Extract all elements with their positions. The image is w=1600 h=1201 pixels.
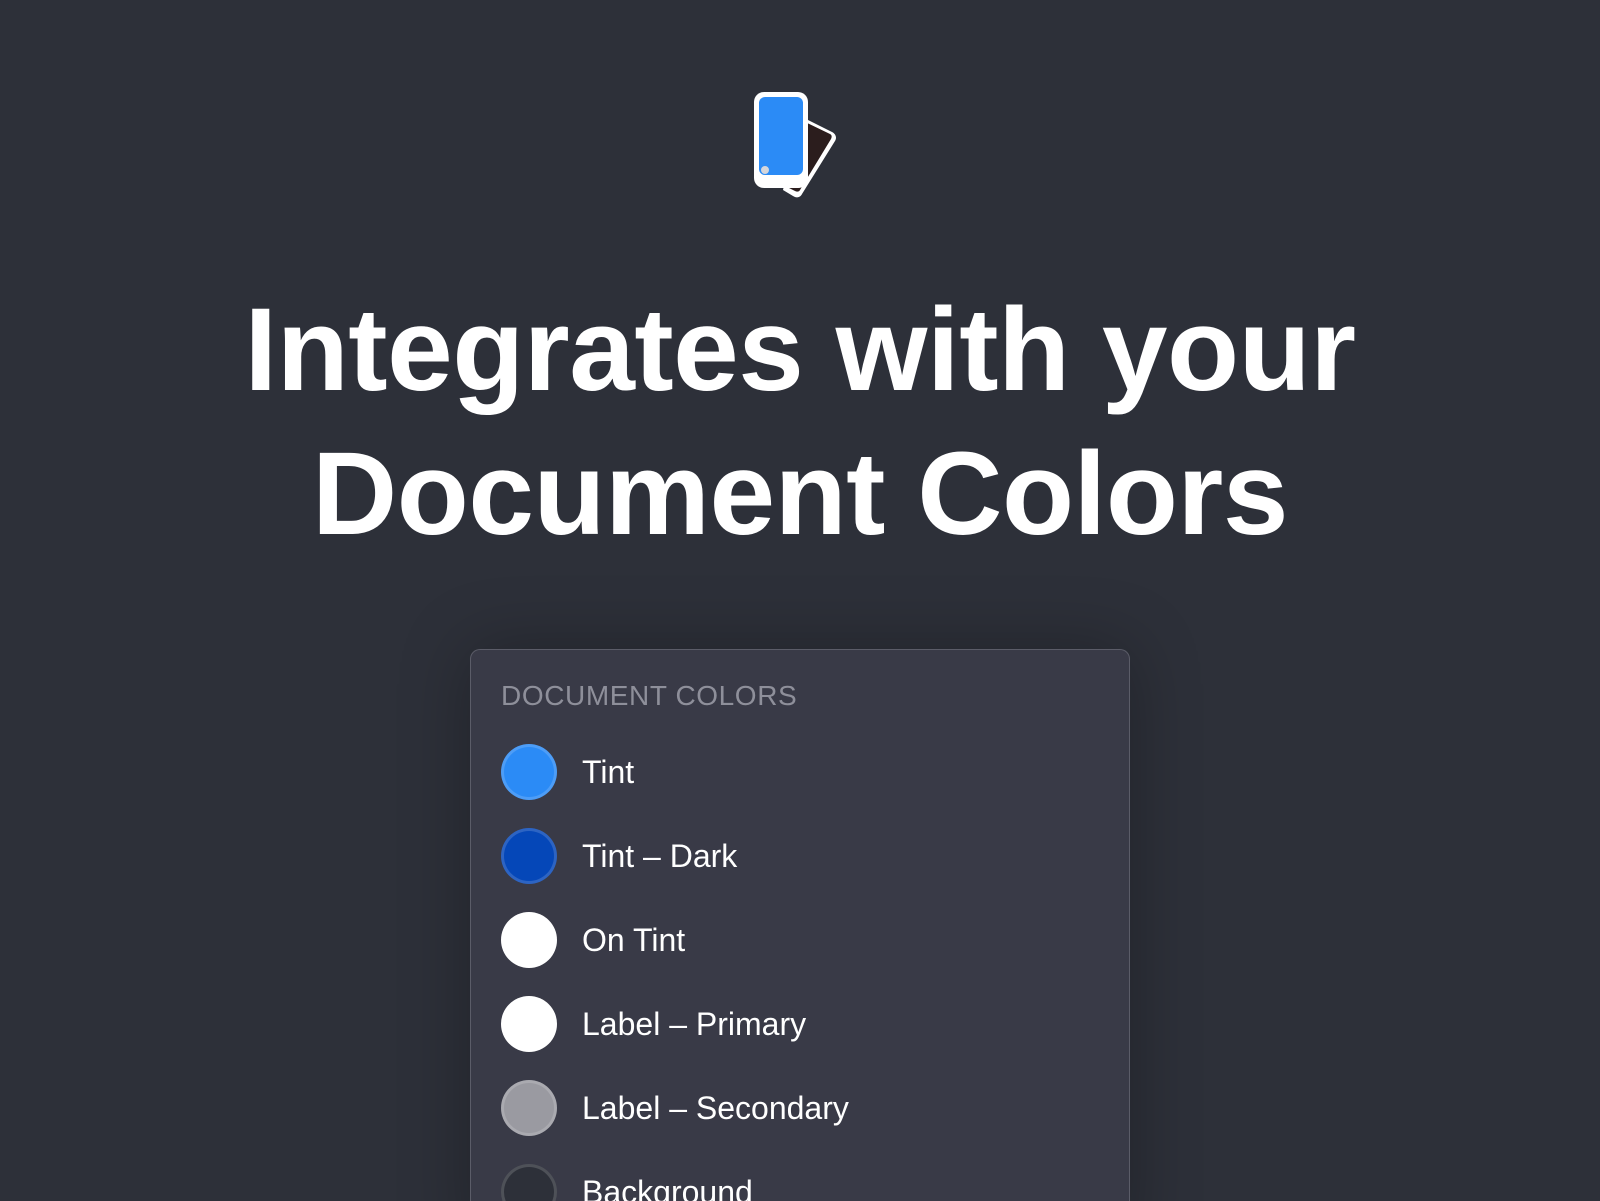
color-item-on-tint[interactable]: On Tint [471,898,1129,982]
color-item-label-primary[interactable]: Label – Primary [471,982,1129,1066]
color-label: Label – Primary [582,1006,807,1042]
headline-line-2: Document Colors [312,428,1288,560]
color-swatch[interactable] [501,912,557,968]
front-card-fill [759,97,803,175]
color-item-background[interactable]: Background [471,1150,1129,1201]
color-label: Tint [582,754,635,790]
page-headline: Integrates with your Document Colors [0,278,1600,566]
color-item-label-secondary[interactable]: Label – Secondary [471,1066,1129,1150]
color-label: Background [582,1174,753,1201]
color-swatch[interactable] [501,744,557,800]
color-swatch[interactable] [501,828,557,884]
color-swatch[interactable] [501,1164,557,1201]
color-label: On Tint [582,922,686,958]
page: Integrates with your Document Colors DOC… [0,0,1600,1201]
color-list: Tint Tint – Dark On Tint Label – Primary… [471,730,1129,1201]
color-item-tint-dark[interactable]: Tint – Dark [471,814,1129,898]
color-swatch-cards-icon [754,92,836,198]
color-swatch[interactable] [501,996,557,1052]
color-item-tint[interactable]: Tint [471,730,1129,814]
color-label: Label – Secondary [582,1090,849,1126]
color-swatch[interactable] [501,1080,557,1136]
color-label: Tint – Dark [582,838,738,874]
document-colors-panel: DOCUMENT COLORS Tint Tint – Dark On Tint… [470,649,1130,1201]
panel-section-title: DOCUMENT COLORS [501,680,798,711]
front-card-dot [761,166,769,174]
headline-line-1: Integrates with your [244,284,1356,416]
